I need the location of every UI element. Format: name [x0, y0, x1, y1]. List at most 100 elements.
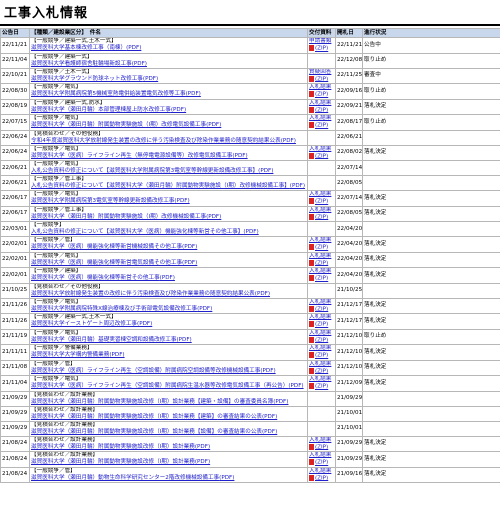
pdf-link[interactable]: (PDF) [290, 183, 305, 189]
zip-link[interactable]: (ZIP) [315, 46, 328, 52]
pdf-link[interactable]: (PDF) [143, 76, 158, 82]
pdf-link[interactable]: (PDF) [281, 138, 296, 144]
zip-link[interactable]: (ZIP) [315, 460, 328, 466]
pdf-link[interactable]: (PDF) [232, 153, 247, 159]
pdf-link[interactable]: (PDF) [288, 383, 303, 389]
subject-link[interactable]: 滋賀医科大学（瀬田月輪）附属動物実験施設改修（I期）設計業務 [31, 459, 195, 465]
zip-link[interactable]: (ZIP) [315, 245, 328, 251]
pdf-link[interactable]: (PDF) [258, 168, 273, 174]
zip-link[interactable]: (ZIP) [315, 322, 328, 328]
document-link[interactable]: 入札結果 [309, 437, 334, 444]
subject-link[interactable]: 滋賀医科大学附属病院第3電気室等幹線更新設備改修工事 [31, 198, 174, 204]
pdf-link[interactable]: (PDF) [176, 337, 191, 343]
pdf-link[interactable]: (PDF) [219, 475, 234, 481]
pdf-link[interactable]: (PDF) [197, 306, 212, 312]
documents-cell: 入札結果(ZIP) [308, 84, 336, 100]
document-link[interactable]: 入札結果 [309, 253, 334, 260]
subject-link[interactable]: 滋賀医科大学グラウンド防球ネット改修工事 [31, 76, 143, 82]
subject-link[interactable]: 滋賀医科大学（医病）ライフライン再生（無停電電源設備等）改修電気設備工事 [31, 153, 232, 159]
document-link[interactable]: 質疑回答 [309, 69, 334, 76]
pdf-link[interactable]: (PDF) [171, 107, 186, 113]
document-link[interactable]: 入札結果 [309, 299, 334, 306]
document-link[interactable]: 入札結果 [309, 207, 334, 214]
pdf-link[interactable]: (PDF) [186, 91, 201, 97]
document-link[interactable]: 入札結果 [309, 468, 334, 475]
document-link[interactable]: 入札結果 [309, 115, 334, 122]
zip-link[interactable]: (ZIP) [315, 306, 328, 312]
zip-link[interactable]: (ZIP) [315, 123, 328, 129]
subject-link[interactable]: 滋賀医科大学（瀬田月輪）附属動物実験施設改修（I期）設計業務【建築・設備】 [31, 399, 234, 405]
document-link[interactable]: 入札結果 [309, 314, 334, 321]
zip-link[interactable]: (ZIP) [315, 214, 328, 220]
subject-link[interactable]: 滋賀医科大学（瀬田月輪）附属動物実験施設（I期）改修機械設備工事 [31, 214, 206, 220]
pdf-link[interactable]: (PDF) [243, 229, 258, 235]
subject-link[interactable]: 滋賀医科大学（瀬田月輪）附属動物実験施設改修（I期）設計業務【設備】 [31, 429, 217, 435]
document-link[interactable]: 申請書類 [309, 38, 334, 45]
subject-link[interactable]: 滋賀医科大学（医病）機能強化棟等新営その他工事 [31, 275, 160, 281]
subject-link[interactable]: 滋賀医科大学放射線発生装置の改修に伴う汚染検査及び除染作業業務 [31, 291, 204, 297]
zip-link[interactable]: (ZIP) [315, 199, 328, 205]
documents-cell: 入札結果(ZIP) [308, 268, 336, 284]
subject-link[interactable]: 滋賀医科大学イーストゲート周辺改修工事 [31, 321, 137, 327]
pdf-link[interactable]: (PDF) [126, 45, 141, 51]
subject-link[interactable]: 滋賀医科大学（医病）ライフライン再生（空調設備）附属病院空調設備等改修機械設備工… [31, 368, 260, 374]
subject-link[interactable]: 滋賀医科大学（瀬田月輪）基礎実習棟空調和設備改修工事 [31, 337, 176, 343]
subject-link[interactable]: 滋賀医科大学（医病）機能強化棟等新営機械設備その他工事 [31, 244, 182, 250]
pdf-link[interactable]: (PDF) [206, 122, 221, 128]
pdf-link[interactable]: (PDF) [132, 61, 147, 67]
pdf-link[interactable]: (PDF) [195, 459, 210, 465]
pdf-link[interactable]: の随意契約結果公表(PDF) [204, 291, 270, 297]
document-link[interactable]: 入札結果 [309, 84, 334, 91]
document-link[interactable]: 入札結果 [309, 452, 334, 459]
subject-link[interactable]: 令和4年度滋賀医科大学放射線発生装置の改修に伴う汚染検査及び除染作業業務の随意契… [31, 138, 281, 144]
subject-link[interactable]: 滋賀医科大学看護師宿舎駐輪場新設工事 [31, 61, 132, 67]
pdf-link[interactable]: の審査委員名簿(PDF) [234, 399, 288, 405]
document-link[interactable]: 入札結果 [309, 100, 334, 107]
zip-link[interactable]: (ZIP) [315, 368, 328, 374]
pdf-link[interactable]: (PDF) [160, 275, 175, 281]
zip-link[interactable]: (ZIP) [315, 475, 328, 481]
subject-link[interactable]: 入札公告資料の修正について【滋賀医科大学（瀬田月輪）附属動物実験施設（I期）改修… [31, 183, 290, 189]
pdf-link[interactable]: (PDF) [109, 352, 124, 358]
subject-link[interactable]: 滋賀医科大学（瀬田月輪）動物生命科学研究センター2階改修機械設備工事 [31, 475, 219, 481]
zip-link[interactable]: (ZIP) [315, 107, 328, 113]
pdf-link[interactable]: (PDF) [195, 444, 210, 450]
subject-link[interactable]: 入札公告資料の修正について【滋賀医科大学（医病）機能強化棟等新営その他工事】 [31, 229, 243, 235]
pdf-link[interactable]: (PDF) [174, 198, 189, 204]
subject-link[interactable]: 滋賀医科大学（医病）ライフライン再生（空調設備）附属病院生温水器等改修電気設備工… [31, 383, 288, 389]
subject-link[interactable]: 滋賀医科大学基本棟改修工事（南棟） [31, 45, 126, 51]
subject-link[interactable]: 滋賀医科大学（瀬田月輪）附属動物実験施設改修（I期）設計業務【建築】 [31, 414, 217, 420]
document-link[interactable]: 入札結果 [309, 191, 334, 198]
subject-link[interactable]: 滋賀医科大学附属病院特殊X線治療棟及び手術部電気設備改修工事 [31, 306, 197, 312]
zip-link[interactable]: (ZIP) [315, 260, 328, 266]
zip-link[interactable]: (ZIP) [315, 384, 328, 390]
zip-link[interactable]: (ZIP) [315, 444, 328, 450]
zip-link[interactable]: (ZIP) [315, 76, 328, 82]
document-link[interactable]: 入札結果 [309, 345, 334, 352]
subject-link[interactable]: 滋賀医科大学附属病院第5機械室熱電併給装置電気改修等工事 [31, 91, 186, 97]
document-link[interactable]: 入札結果 [309, 237, 334, 244]
document-link[interactable]: 入札結果 [309, 146, 334, 153]
subject-link[interactable]: 滋賀医科大学（瀬田月輪）本部管理棟屋上防水改修工事 [31, 107, 171, 113]
document-link[interactable]: 入札結果 [309, 361, 334, 368]
zip-link[interactable]: (ZIP) [315, 153, 328, 159]
subject-link[interactable]: 滋賀医科大学大学構内警備業務 [31, 352, 109, 358]
zip-link[interactable]: (ZIP) [315, 276, 328, 282]
pdf-link[interactable]: の審査結果の公表(PDF) [217, 414, 277, 420]
document-link[interactable]: 入札結果 [309, 376, 334, 383]
subject-link[interactable]: 滋賀医科大学（瀬田月輪）附属動物実験施設改修（I期）設計業務 [31, 444, 195, 450]
zip-link[interactable]: (ZIP) [315, 353, 328, 359]
zip-link[interactable]: (ZIP) [315, 92, 328, 98]
subject-link[interactable]: 滋賀医科大学（瀬田月輪）附属動物実験施設（I期）改修電気設備工事 [31, 122, 206, 128]
pdf-link[interactable]: の審査結果の公表(PDF) [217, 429, 277, 435]
document-link[interactable]: 入札結果 [309, 330, 334, 337]
subject-link[interactable]: 滋賀医科大学（医病）機能強化棟等新営電気設備その他工事 [31, 260, 182, 266]
subject-link[interactable]: 入札公告資料の修正について【滋賀医科大学附属病院第3電気室等幹線更新設備改修工事… [31, 168, 258, 174]
document-link[interactable]: 入札結果 [309, 268, 334, 275]
pdf-link[interactable]: (PDF) [182, 244, 197, 250]
zip-link[interactable]: (ZIP) [315, 337, 328, 343]
pdf-link[interactable]: (PDF) [182, 260, 197, 266]
pdf-link[interactable]: (PDF) [260, 368, 275, 374]
pdf-link[interactable]: (PDF) [206, 214, 221, 220]
pdf-link[interactable]: (PDF) [137, 321, 152, 327]
